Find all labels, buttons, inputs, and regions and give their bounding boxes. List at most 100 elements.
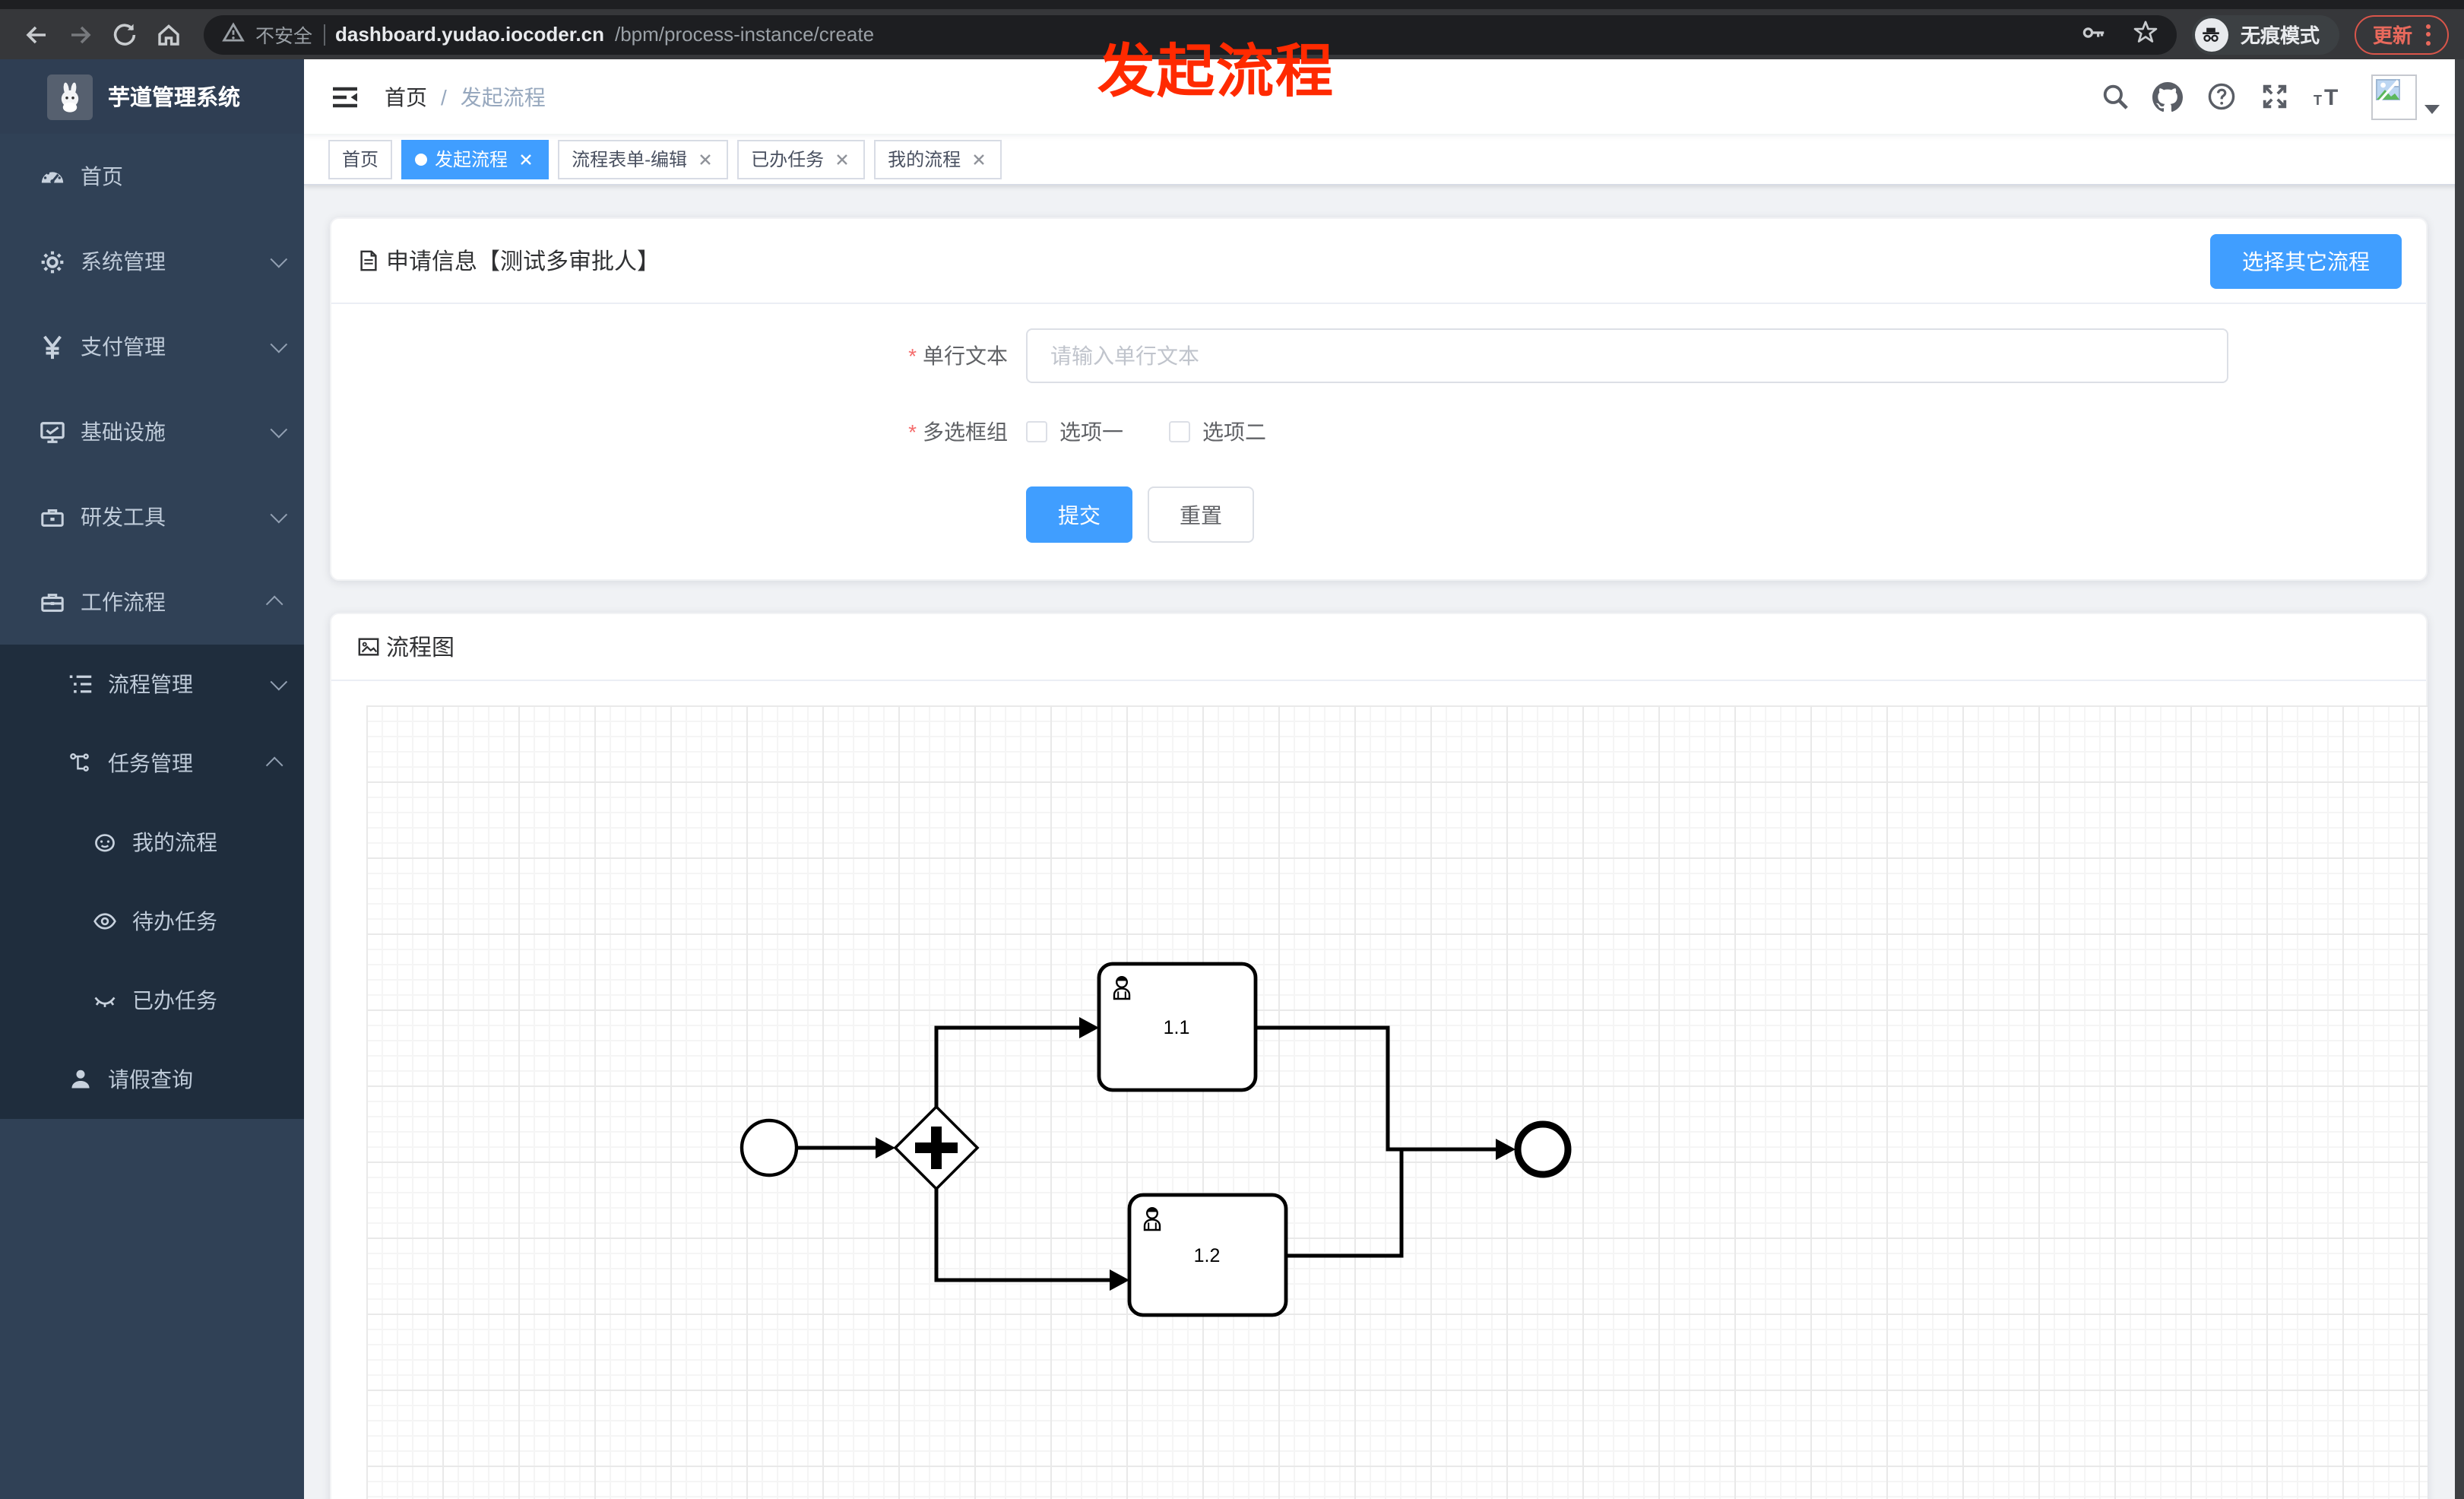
chevron-down-icon — [270, 335, 288, 353]
page-scrollbar[interactable] — [2455, 59, 2464, 1499]
arrowhead — [1496, 1139, 1515, 1160]
update-label: 更新 — [2372, 24, 2412, 47]
tab-my-process[interactable]: 我的流程 — [874, 139, 1002, 179]
sidebar-item-devtools[interactable]: 研发工具 — [0, 474, 304, 559]
browser-tab-strip — [0, 0, 2464, 9]
list-tree-icon — [67, 671, 93, 697]
sidebar-item-system[interactable]: 系统管理 — [0, 219, 304, 304]
submit-button[interactable]: 提交 — [1026, 486, 1132, 543]
logo-image — [47, 74, 93, 119]
warning-icon — [222, 21, 245, 48]
sidebar-item-infra[interactable]: 基础设施 — [0, 389, 304, 474]
search-icon[interactable] — [2099, 81, 2130, 112]
close-icon[interactable] — [833, 150, 851, 168]
checkbox-icon[interactable] — [1026, 421, 1047, 442]
edge-task1-end — [1256, 1025, 1499, 1152]
app-title: 芋道管理系统 — [108, 87, 240, 111]
forward-icon[interactable] — [59, 14, 100, 55]
text-field-row: 单行文本 — [745, 328, 2426, 383]
eye-icon — [91, 908, 117, 934]
sidebar-item-label: 任务管理 — [108, 751, 193, 775]
avatar[interactable] — [2371, 74, 2417, 119]
yen-icon — [40, 334, 65, 360]
monitor-icon — [40, 419, 65, 445]
checkbox-option-1[interactable]: 选项一 — [1026, 417, 1123, 447]
diagram-title: 流程图 — [386, 635, 455, 661]
page: 不安全 dashboard.yudao.iocoder.cn /bpm/proc… — [0, 0, 2464, 1499]
chevron-down-icon — [270, 420, 288, 439]
sidebar-item-label: 研发工具 — [81, 505, 166, 529]
breadcrumb: 首页 发起流程 — [385, 81, 546, 112]
process-diagram-card: 流程图 1.1 1.2 — [330, 613, 2428, 1499]
edge-gateway-task1 — [934, 1025, 1081, 1107]
tab-done-tasks[interactable]: 已办任务 — [737, 139, 866, 179]
checkbox-option-2[interactable]: 选项二 — [1169, 417, 1266, 447]
sidebar-item-label: 首页 — [81, 164, 123, 189]
sidebar-item-task-mgmt[interactable]: 任务管理 — [0, 724, 304, 803]
checkbox-icon[interactable] — [1169, 421, 1190, 442]
navbar: 首页 发起流程 TT — [304, 59, 2464, 134]
sidebar-item-todo-tasks[interactable]: 待办任务 — [0, 882, 304, 961]
apply-info-card: 申请信息【测试多审批人】 选择其它流程 单行文本 多选框组 选项一 选项二 — [330, 217, 2428, 581]
user-icon — [67, 1066, 93, 1092]
sidebar-item-home[interactable]: 首页 — [0, 134, 304, 219]
chevron-down-icon — [270, 250, 288, 268]
sidebar-item-my-process[interactable]: 我的流程 — [0, 803, 304, 882]
url-path: /bpm/process-instance/create — [615, 23, 875, 46]
close-icon[interactable] — [970, 150, 988, 168]
edge-gateway-task2 — [934, 1189, 1111, 1282]
github-icon[interactable] — [2152, 81, 2183, 112]
sidebar-item-label: 基础设施 — [81, 420, 166, 444]
tags-view: 首页 发起流程 流程表单-编辑 已办任务 我的流程 — [304, 134, 2464, 185]
tab-form-edit[interactable]: 流程表单-编辑 — [558, 139, 729, 179]
tab-create-process[interactable]: 发起流程 — [401, 139, 549, 179]
browser-menu-icon[interactable] — [2426, 24, 2431, 45]
chevron-up-icon — [265, 595, 283, 613]
sidebar-item-process-mgmt[interactable]: 流程管理 — [0, 645, 304, 724]
incognito-label: 无痕模式 — [2240, 24, 2320, 47]
bookmark-star-icon[interactable] — [2133, 19, 2158, 49]
close-icon[interactable] — [517, 150, 535, 168]
choose-other-process-button[interactable]: 选择其它流程 — [2210, 233, 2402, 288]
user-menu[interactable] — [2371, 74, 2440, 119]
breadcrumb-separator — [441, 84, 447, 109]
sidebar-item-label: 系统管理 — [81, 249, 166, 274]
sidebar-item-workflow[interactable]: 工作流程 — [0, 559, 304, 645]
reload-icon[interactable] — [103, 14, 144, 55]
font-size-icon[interactable]: TT — [2312, 81, 2342, 112]
reset-button[interactable]: 重置 — [1148, 486, 1254, 543]
security-label: 不安全 — [255, 26, 313, 47]
sidebar-item-label: 请假查询 — [108, 1067, 193, 1092]
chevron-down-icon — [270, 505, 288, 524]
sidebar-item-payment[interactable]: 支付管理 — [0, 304, 304, 389]
sidebar-fold-icon[interactable] — [328, 80, 362, 113]
face-icon — [91, 829, 117, 855]
url-host: dashboard.yudao.iocoder.cn — [335, 23, 604, 46]
sidebar-item-done-tasks[interactable]: 已办任务 — [0, 961, 304, 1040]
single-line-text-input[interactable] — [1026, 328, 2228, 383]
briefcase-icon — [40, 589, 65, 615]
bpmn-canvas: 1.1 1.2 — [366, 705, 2428, 1499]
picture-icon — [356, 635, 380, 659]
tab-home[interactable]: 首页 — [328, 139, 393, 179]
home-icon[interactable] — [147, 14, 188, 55]
workflow-submenu: 流程管理 任务管理 我的流程 待办任务 已办任务 请假查询 — [0, 645, 304, 1119]
task-1-2-label: 1.2 — [1194, 1245, 1221, 1266]
sidebar-item-label: 待办任务 — [132, 909, 217, 933]
tab-label: 发起流程 — [435, 149, 508, 170]
end-event — [1514, 1120, 1572, 1178]
sidebar-item-leave-query[interactable]: 请假查询 — [0, 1040, 304, 1119]
close-icon[interactable] — [696, 150, 714, 168]
breadcrumb-home[interactable]: 首页 — [385, 81, 427, 112]
fullscreen-icon[interactable] — [2259, 81, 2289, 112]
help-icon[interactable] — [2206, 81, 2236, 112]
tab-label: 首页 — [342, 149, 379, 170]
logo-row[interactable]: 芋道管理系统 — [0, 59, 304, 134]
key-icon[interactable] — [2081, 19, 2107, 49]
checkbox-option-label: 选项二 — [1202, 420, 1266, 444]
start-event — [740, 1118, 799, 1177]
back-icon[interactable] — [15, 14, 56, 55]
svg-text:T: T — [2314, 92, 2322, 107]
tab-label: 我的流程 — [888, 149, 961, 170]
browser-update-button[interactable]: 更新 — [2354, 14, 2449, 54]
